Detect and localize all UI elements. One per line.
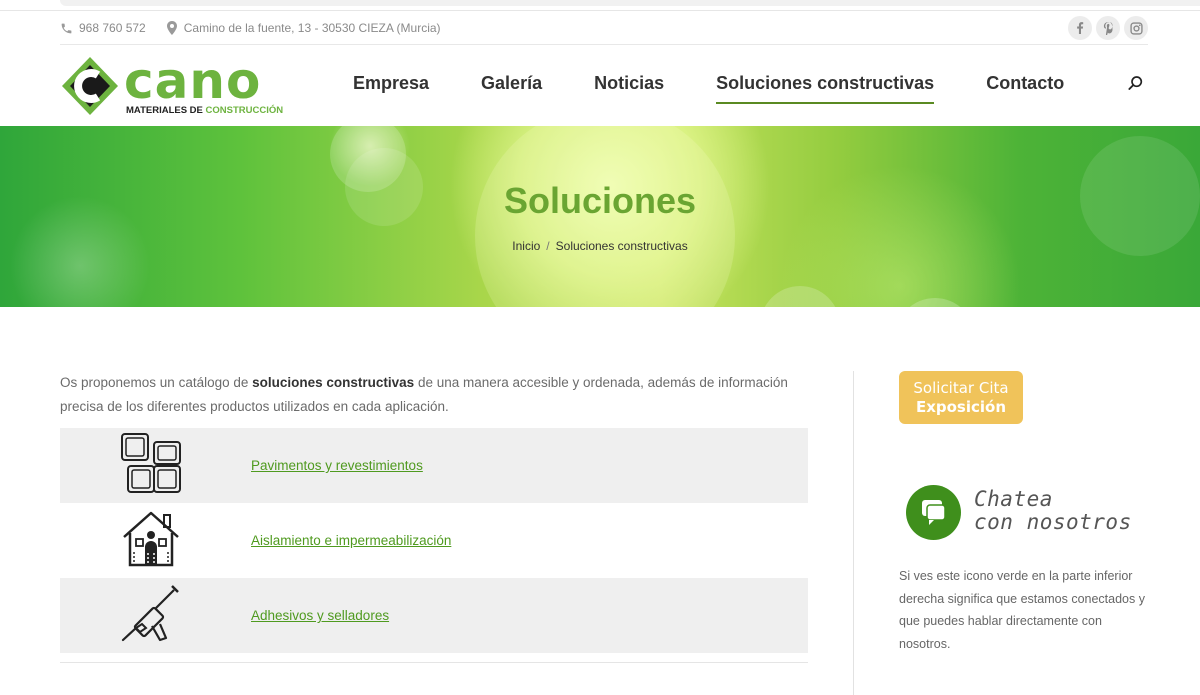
list-item: Aislamiento e impermeabilización (60, 503, 808, 578)
phone-number: 968 760 572 (79, 21, 146, 35)
site-header: cano MATERIALES DE CONSTRUCCIÓN Empresa … (60, 45, 1148, 125)
search-icon[interactable] (1128, 75, 1148, 95)
intro-text-start: Os proponemos un catálogo de (60, 375, 253, 390)
solution-link-aislamiento[interactable]: Aislamiento e impermeabilización (251, 533, 451, 548)
browser-top-edge (0, 0, 1200, 11)
chat-description: Si ves este icono verde en la parte infe… (899, 569, 1145, 651)
list-item: Pavimentos y revestimientos (60, 428, 808, 503)
intro-paragraph: Os proponemos un catálogo de soluciones … (60, 371, 810, 419)
address-text: Camino de la fuente, 13 - 30530 CIEZA (M… (183, 21, 441, 35)
logo-tagline-dark: MATERIALES DE (126, 105, 206, 116)
chat-bubble-icon (906, 485, 961, 540)
social-links (1068, 16, 1148, 40)
breadcrumb-current: Soluciones constructivas (555, 239, 688, 253)
solicitar-cita-button[interactable]: Solicitar Cita Exposición (899, 371, 1023, 424)
chat-widget-banner[interactable]: Chatea con nosotros (906, 484, 1146, 544)
tiles-icon (120, 432, 182, 494)
breadcrumb: Inicio / Soluciones constructivas (0, 239, 1200, 253)
sidebar-divider (853, 371, 854, 695)
main-nav: Empresa Galería Noticias Soluciones cons… (353, 45, 1116, 125)
instagram-icon[interactable] (1124, 16, 1148, 40)
phone-contact[interactable]: 968 760 572 (60, 21, 146, 35)
site-logo[interactable]: cano MATERIALES DE CONSTRUCCIÓN (60, 50, 300, 120)
nav-soluciones-constructivas[interactable]: Soluciones constructivas (716, 73, 935, 104)
chat-heading: Chatea con nosotros (974, 488, 1132, 534)
logo-tagline-green: CONSTRUCCIÓN (205, 105, 284, 116)
list-divider (60, 662, 808, 663)
logo-word: cano (124, 52, 262, 110)
intro-text-bold: soluciones constructivas (252, 375, 415, 390)
page-title: Soluciones (503, 180, 697, 221)
breadcrumb-home[interactable]: Inicio (512, 239, 540, 253)
nav-contacto[interactable]: Contacto (986, 73, 1064, 98)
list-item: Adhesivos y selladores (60, 578, 808, 653)
nav-galeria[interactable]: Galería (481, 73, 542, 98)
logo-tagline: MATERIALES DE CONSTRUCCIÓN (126, 105, 283, 116)
caulking-gun-icon (120, 582, 182, 644)
utility-bar: 968 760 572 Camino de la fuente, 13 - 30… (60, 12, 1148, 45)
chat-heading-line2: con nosotros (974, 510, 1132, 534)
pinterest-icon[interactable] (1096, 16, 1120, 40)
breadcrumb-separator: / (546, 239, 550, 253)
logo-mark (60, 55, 118, 115)
cita-button-line1: Solicitar Cita (913, 378, 1009, 397)
solutions-list: Pavimentos y revestimientos Aislamiento … (60, 428, 808, 663)
nav-noticias[interactable]: Noticias (594, 73, 664, 98)
solution-link-adhesivos[interactable]: Adhesivos y selladores (251, 608, 389, 623)
address-contact: Camino de la fuente, 13 - 30530 CIEZA (M… (166, 21, 441, 35)
house-insulation-icon (120, 507, 182, 569)
chat-heading-line1: Chatea (974, 487, 1053, 511)
cita-button-line2: Exposición (915, 397, 1007, 416)
nav-empresa[interactable]: Empresa (353, 73, 429, 98)
facebook-icon[interactable] (1068, 16, 1092, 40)
solution-link-pavimentos[interactable]: Pavimentos y revestimientos (251, 458, 423, 473)
map-pin-icon (166, 21, 177, 35)
phone-icon (61, 23, 72, 33)
hero-banner: Soluciones Inicio / Soluciones constructiv… (0, 126, 1200, 307)
